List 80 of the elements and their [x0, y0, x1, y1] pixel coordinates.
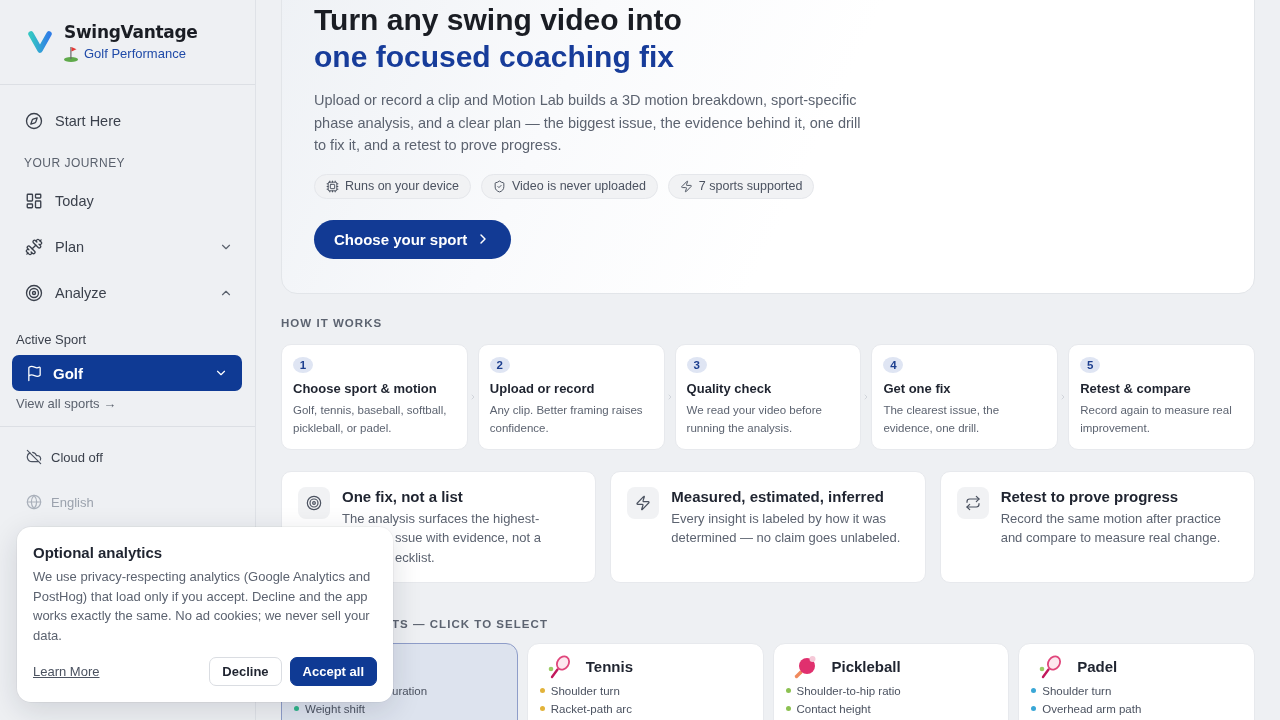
badge-label: Video is never uploaded: [511, 179, 646, 193]
hero-description: Upload or record a clip and Motion Lab builds a 3D motion breakdown, sport-specific phase analysis, and a clear plan — the biggest issue, the evidence behind it, one drill to fix it, and a retest to prove progress.: [314, 91, 862, 155]
flag-icon: [26, 364, 43, 382]
learn-more-link[interactable]: Learn More: [33, 664, 100, 679]
badge-label: 7 sports supported: [698, 179, 803, 193]
lightning-icon: [679, 179, 693, 193]
choose-sport-button[interactable]: Choose your sport: [314, 219, 512, 259]
feature-title: Retest to prove progress: [1000, 486, 1179, 507]
sport-card[interactable]: Padel Shoulder turn Overhead arm path: [1018, 642, 1255, 720]
step-description: Record again to measure real improvement.: [1080, 402, 1233, 436]
nav-item[interactable]: Today: [12, 181, 243, 221]
step-number: 3: [686, 356, 707, 373]
dialog-title: Optional analytics: [33, 543, 163, 563]
hero-title: Turn any swing video into: [314, 2, 682, 38]
sport-name: Pickleball: [831, 658, 901, 675]
racket-icon: [1039, 654, 1064, 679]
feature-description: ssue with evidence, not a: [395, 529, 541, 547]
nav-item[interactable]: Start Here: [12, 101, 243, 141]
sport-metric: uration: [392, 684, 428, 697]
feature-description: ecklist.: [395, 548, 435, 567]
sport-metric: Racket-path arc: [550, 702, 632, 715]
paddle-icon: [793, 654, 818, 679]
feature-description: Every insight is labeled by how it was determined — no claim goes unlabeled.: [671, 509, 902, 547]
step-title: Choose sport & motion: [293, 379, 437, 398]
lightning-icon: [627, 486, 660, 519]
globe-icon: [26, 494, 42, 510]
step-description: We read your video before running the analysis.: [686, 402, 823, 436]
feature-description: The analysis surfaces the highest-: [342, 509, 540, 528]
accept-button[interactable]: Accept all: [289, 657, 377, 686]
step-description: The clearest issue, the evidence, one drill.: [883, 402, 1001, 436]
section-heading: HOW IT WORKS: [281, 315, 383, 330]
feature-title: Measured, estimated, inferred: [671, 486, 884, 507]
logo-icon: [28, 31, 52, 53]
step-number: 4: [883, 356, 904, 373]
step-number: 1: [293, 356, 313, 373]
step-number: 2: [489, 356, 510, 373]
sport-card[interactable]: Pickleball Shoulder-to-hip ratio Contact height: [772, 642, 1010, 720]
sport-metric: Shoulder turn: [550, 684, 620, 697]
step-description: Golf, tennis, baseball, softball, pickleball, or padel.: [293, 402, 448, 436]
step-title: Quality check: [686, 379, 772, 398]
sport-card[interactable]: Tennis Shoulder turn Racket-path arc: [526, 642, 764, 720]
dumbbell-icon: [25, 238, 43, 256]
target-icon: [25, 284, 43, 302]
section-heading: TS — CLICK TO SELECT: [392, 616, 548, 631]
nav-section-heading: YOUR JOURNEY: [23, 155, 127, 171]
repeat-icon: [956, 486, 989, 519]
step-title: Upload or record: [489, 379, 595, 398]
brand-name: SwingVantage: [64, 22, 198, 42]
sport-name: Tennis: [585, 658, 633, 675]
nav-item[interactable]: Analyze: [12, 273, 243, 313]
dashboard-icon: [25, 192, 43, 210]
chip-icon: [326, 179, 339, 193]
hero-title-accent: one focused coaching fix: [314, 39, 676, 75]
compass-icon: [25, 112, 43, 130]
field-label: Active Sport: [16, 332, 87, 348]
sport-metric: Contact height: [796, 702, 871, 715]
racket-icon: [547, 654, 572, 679]
step-title: Retest & compare: [1080, 379, 1191, 398]
sport-metric: Shoulder turn: [1042, 684, 1112, 697]
brand-subtitle: Golf Performance: [84, 46, 186, 62]
feature-title: One fix, not a list: [342, 486, 463, 507]
golf-flag-icon: [64, 46, 78, 62]
step-number: 5: [1080, 356, 1101, 373]
step-title: Get one fix: [883, 379, 951, 398]
sync-status[interactable]: Cloud off: [12, 442, 103, 472]
step-description: Any clip. Better framing raises confidence.: [489, 402, 644, 436]
view-all-sports-link[interactable]: View all sports →: [16, 396, 117, 412]
sport-metric: Shoulder-to-hip ratio: [796, 684, 901, 697]
sport-select[interactable]: Golf: [12, 355, 242, 391]
cloud-off-icon: [26, 449, 42, 465]
sport-metric: Overhead arm path: [1042, 702, 1142, 715]
sport-metric: Weight shift: [305, 702, 365, 715]
shield-check-icon: [492, 179, 506, 193]
target-icon: [298, 486, 330, 519]
feature-description: Record the same motion after practice and compare to measure real change.: [1000, 509, 1223, 547]
nav-item[interactable]: Plan: [12, 227, 243, 267]
decline-button[interactable]: Decline: [209, 657, 282, 686]
sport-name: Padel: [1077, 658, 1118, 675]
dialog-body: We use privacy-respecting analytics (Google Analytics and PostHog) that load only if you accept. Decline and the app works exactly the same. No ad cookies; we never sell your data.: [33, 568, 372, 645]
badge-label: Runs on your device: [345, 179, 459, 193]
